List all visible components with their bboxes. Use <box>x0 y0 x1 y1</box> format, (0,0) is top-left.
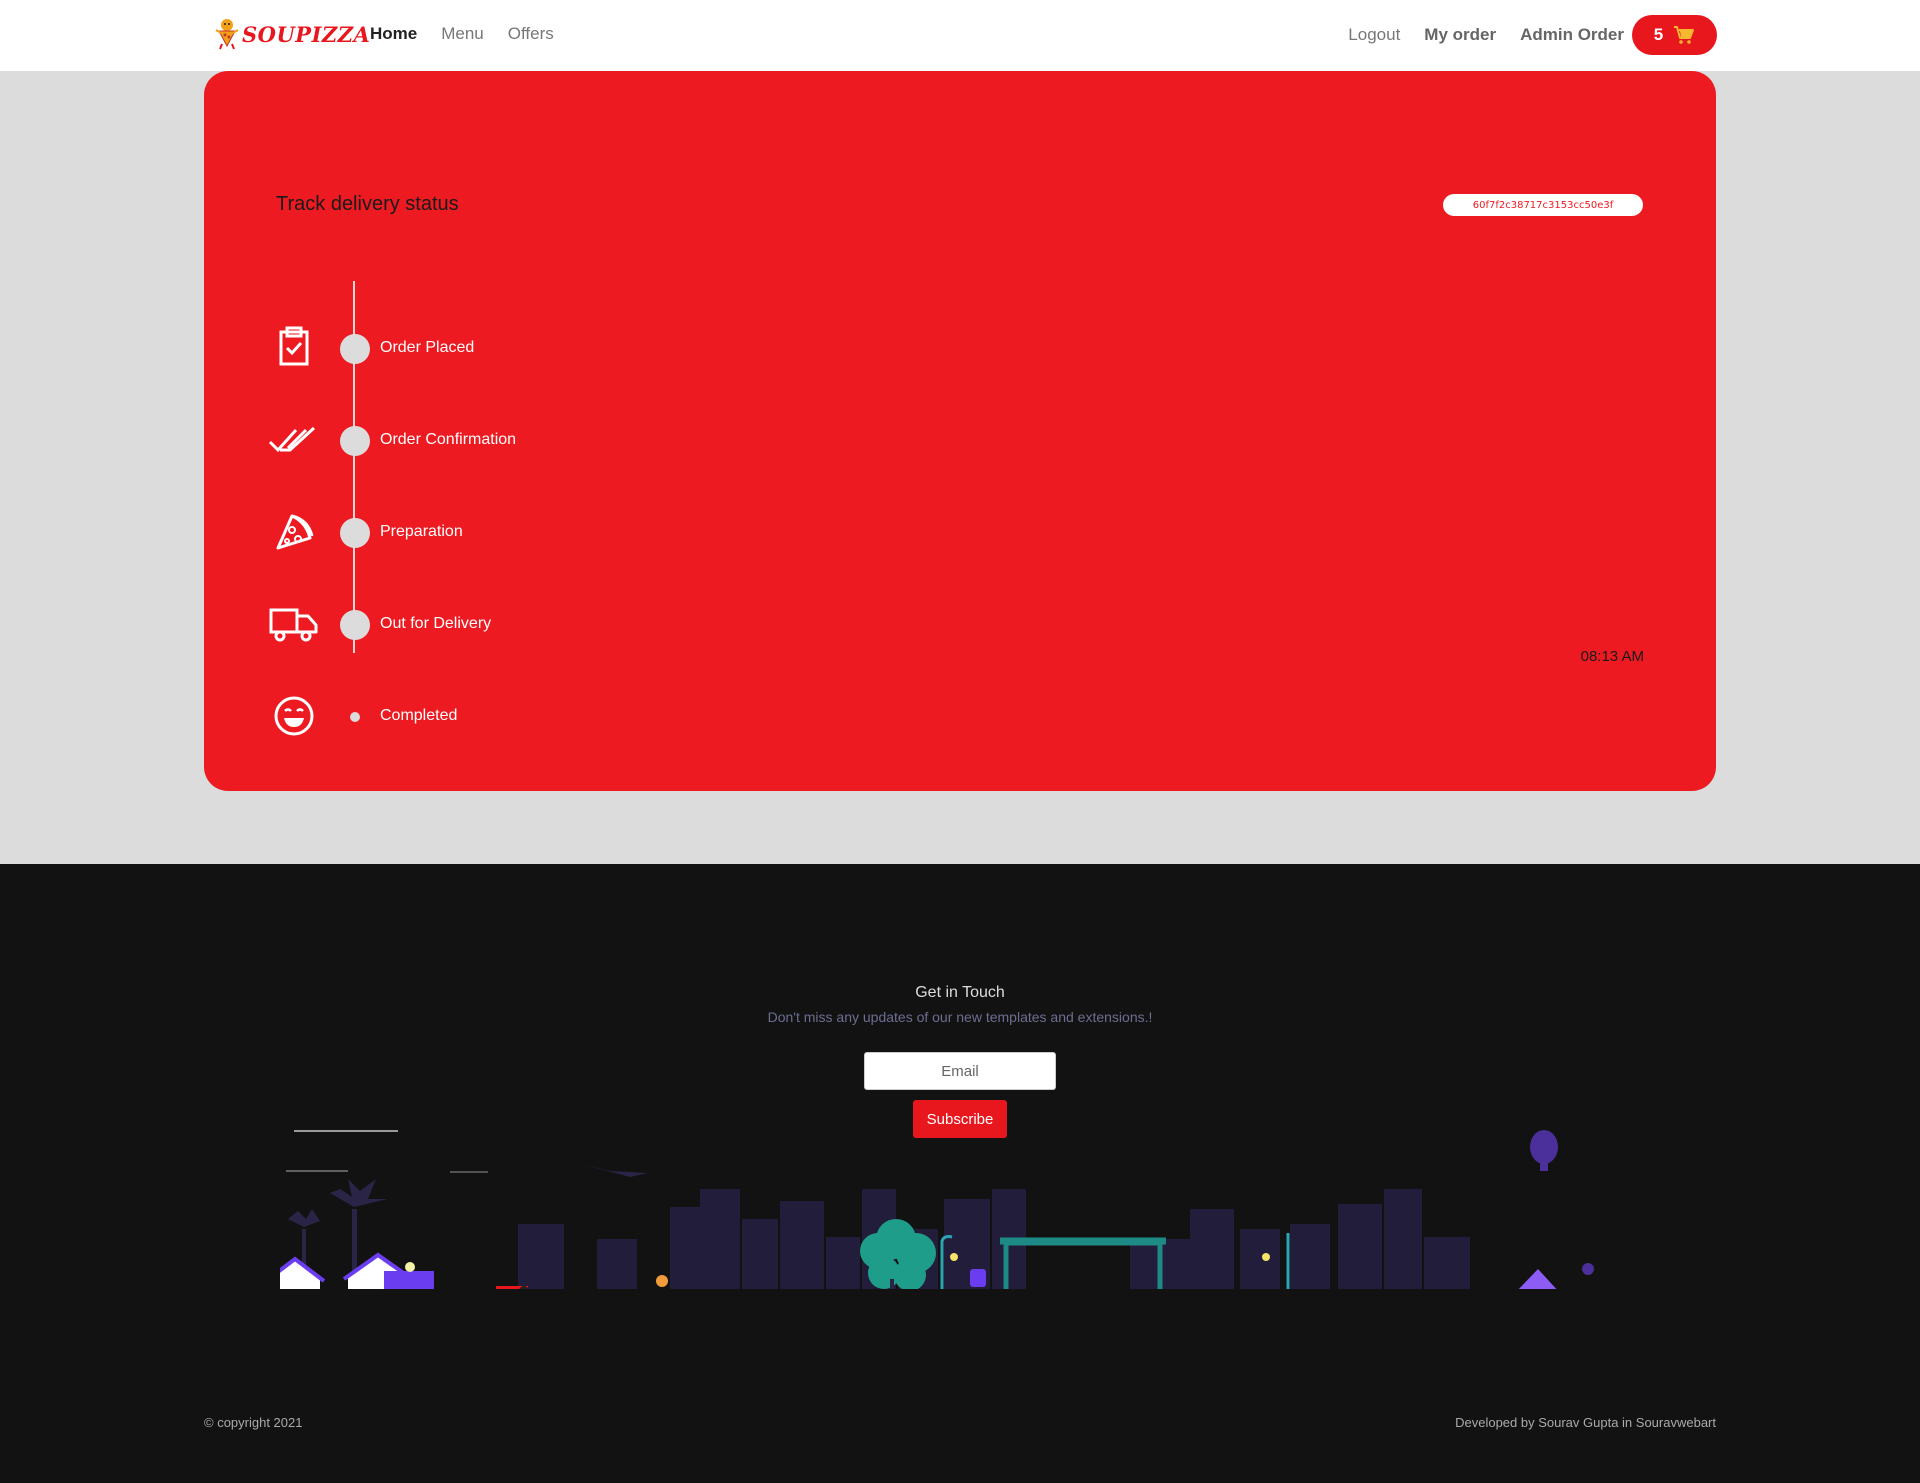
developer-credit: Developed by Sourav Gupta in Souravwebar… <box>1455 1415 1716 1430</box>
get-in-touch-title: Get in Touch <box>915 984 1005 1001</box>
step-dot <box>350 712 360 722</box>
pizza-slice-icon <box>276 514 314 550</box>
footer: Get in Touch Don't miss any updates of o… <box>0 864 1920 1483</box>
step-label: Out for Delivery <box>380 615 492 632</box>
cart-count: 5 <box>1653 25 1664 44</box>
step-out-for-delivery: Out for Delivery <box>264 598 664 658</box>
top-navbar: SOUPIZZA Home Menu Offers Logout My orde… <box>0 0 1920 71</box>
step-dot <box>340 610 370 640</box>
nav-home-link[interactable]: Home <box>370 24 417 44</box>
cart-icon <box>1674 26 1695 44</box>
get-in-touch-subtitle: Don't miss any updates of our new templa… <box>767 1009 1153 1025</box>
pizza-mascot-icon <box>215 19 239 50</box>
step-completed: Completed <box>264 690 664 750</box>
step-label: Order Placed <box>380 339 475 356</box>
step-label: Preparation <box>380 523 463 540</box>
city-skyline-illustration <box>280 1130 1594 1289</box>
step-order-placed: Order Placed <box>264 322 664 382</box>
cart-button[interactable]: 5 <box>1632 15 1717 55</box>
step-dot <box>340 518 370 548</box>
tracker-title: Track delivery status <box>276 193 459 215</box>
logout-link[interactable]: Logout <box>1348 25 1400 45</box>
double-check-icon <box>268 426 316 453</box>
step-dot <box>340 334 370 364</box>
clipboard-check-icon <box>279 326 309 366</box>
completed-time: 08:13 AM <box>1580 648 1644 665</box>
step-preparation: Preparation <box>264 506 664 566</box>
nav-menu-link[interactable]: Menu <box>441 24 484 44</box>
step-order-confirmation: Order Confirmation <box>264 414 664 474</box>
email-input[interactable] <box>864 1052 1056 1090</box>
brand-name: SOUPIZZA <box>242 21 371 47</box>
step-label: Order Confirmation <box>380 431 517 448</box>
smile-icon <box>274 696 314 736</box>
order-id-badge: 60f7f2c38717c3153cc50e3f <box>1443 194 1643 216</box>
my-order-link[interactable]: My order <box>1424 25 1496 45</box>
step-dot <box>340 426 370 456</box>
truck-icon <box>269 608 318 642</box>
copyright-text: © copyright 2021 <box>204 1415 303 1430</box>
step-label: Completed <box>380 707 458 724</box>
brand-logo[interactable]: SOUPIZZA <box>213 18 370 50</box>
delivery-tracker-card: Track delivery status 60f7f2c38717c3153c… <box>204 71 1716 791</box>
admin-order-link[interactable]: Admin Order <box>1520 25 1624 45</box>
nav-offers-link[interactable]: Offers <box>508 24 554 44</box>
